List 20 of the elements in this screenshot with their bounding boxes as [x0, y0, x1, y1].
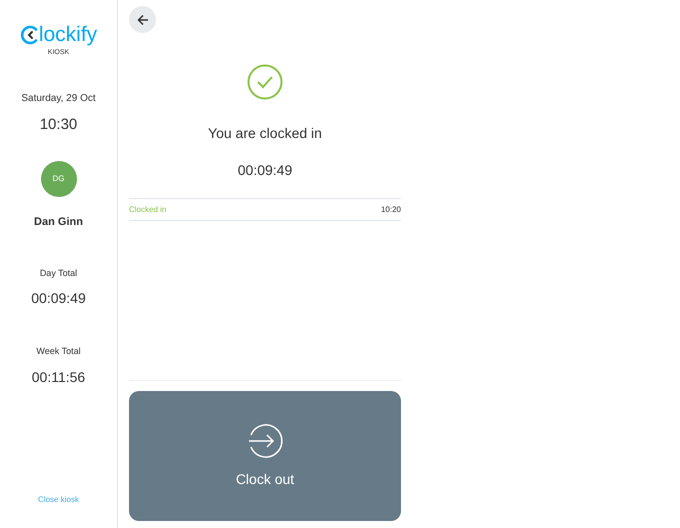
status-title: You are clocked in — [208, 124, 322, 143]
logo-text: lockify — [38, 24, 98, 46]
total-label: Day Total — [40, 266, 78, 280]
user-avatar: DG — [40, 161, 76, 197]
date-text: Saturday, 29 Oct — [21, 92, 96, 106]
user-name: Dan Ginn — [34, 215, 83, 230]
back-arrow-icon — [136, 14, 148, 26]
exit-arrow-icon — [247, 422, 283, 458]
check-circle-icon — [247, 64, 283, 100]
close-kiosk-link[interactable]: Close kiosk — [38, 494, 79, 506]
total-label: Week Total — [36, 345, 81, 358]
entry-label: Clocked in — [129, 204, 166, 216]
logo-icon — [20, 25, 39, 45]
session-timer: 00:09:49 — [238, 161, 292, 180]
back-button[interactable] — [129, 6, 156, 33]
entry-time: 10:20 — [380, 204, 401, 216]
clock-time: 10:30 — [40, 114, 78, 134]
total-value: 00:09:49 — [31, 289, 86, 308]
total-value: 00:11:56 — [32, 368, 86, 386]
clock-out-button[interactable]: Clock out — [129, 391, 401, 521]
